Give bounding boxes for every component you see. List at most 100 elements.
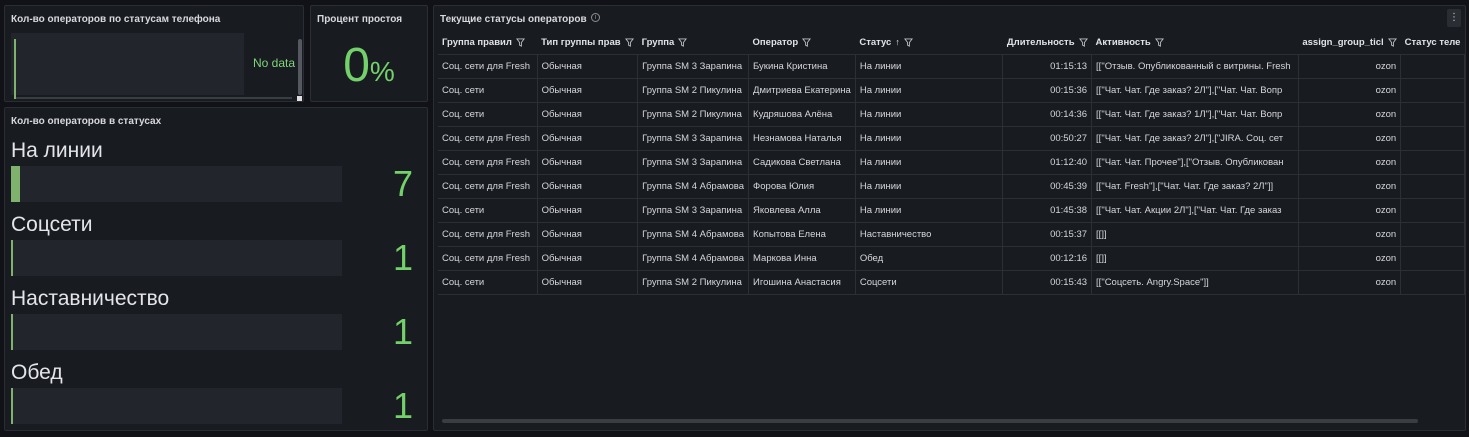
table-cell: На линии: [855, 54, 1004, 79]
idle-percent-panel: Процент простоя 0%: [310, 5, 428, 102]
table-cell: Группа SM 4 Абрамова: [637, 246, 750, 271]
info-icon[interactable]: i: [591, 13, 600, 22]
column-header[interactable]: assign_group_ticl: [1298, 32, 1401, 55]
column-header[interactable]: Активность: [1091, 32, 1299, 55]
table-cell: [1400, 174, 1465, 199]
table-cell: Соц. сети для Fresh: [438, 174, 538, 199]
column-header-label: Статус теле: [1404, 37, 1461, 49]
table-cell: Маркова Инна: [748, 246, 856, 271]
table-cell: Яковлева Алла: [748, 198, 856, 223]
table-row[interactable]: Соц. сети Обычная Группа SM 2 Пикулина Дмит…: [438, 78, 1465, 103]
table-cell: На линии: [855, 126, 1004, 151]
table-cell: Соц. сети: [438, 270, 538, 295]
status-count: 7: [392, 163, 413, 204]
table-cell: ozon: [1298, 198, 1402, 223]
status-counts-panel: Кол-во операторов в статусах На линии 7 Со…: [4, 107, 428, 431]
table-cell: Букина Кристина: [748, 54, 856, 79]
table-cell: Дмитриева Екатерина: [748, 78, 856, 103]
filter-icon[interactable]: [1078, 38, 1088, 48]
filter-icon[interactable]: [515, 38, 525, 48]
column-header[interactable]: Длительность: [1002, 32, 1092, 55]
sort-asc-icon[interactable]: ↑: [895, 37, 900, 47]
column-header-label: Тип группы прав: [541, 37, 621, 49]
table-cell: Группа SM 3 Зарапина: [637, 198, 750, 223]
column-header[interactable]: Оператор: [748, 32, 856, 55]
status-bar-track: [11, 314, 342, 350]
panel-title[interactable]: Кол-во операторов в статусах: [11, 116, 161, 127]
column-header-label: Группа правил: [442, 37, 512, 49]
table-row[interactable]: Соц. сети для Fresh Обычная Группа SM 3 За…: [438, 54, 1465, 79]
table-cell: На линии: [855, 198, 1004, 223]
table-cell: Обычная: [537, 54, 639, 79]
table-cell: [1400, 126, 1465, 151]
table-cell: [["Отзыв. Опубликованный с витрины. Fres…: [1091, 54, 1299, 79]
column-header-label: Активность: [1095, 37, 1151, 49]
column-header[interactable]: Группа правил: [438, 32, 538, 55]
status-bar-track: [11, 166, 342, 202]
table-row[interactable]: Соц. сети для Fresh Обычная Группа SM 4 Аб…: [438, 246, 1465, 271]
table-cell: [1400, 222, 1465, 247]
panel-menu-button[interactable]: ⋮: [1447, 9, 1461, 27]
filter-icon[interactable]: [802, 38, 812, 48]
status-bar-fill: [11, 240, 13, 276]
table-row[interactable]: Соц. сети Обычная Группа SM 3 Зарапина Яков…: [438, 198, 1465, 223]
table-cell: 00:15:43: [1002, 270, 1093, 295]
filter-icon[interactable]: [678, 38, 688, 48]
column-header[interactable]: Тип группы прав: [537, 32, 638, 55]
table-cell: Наставничество: [855, 222, 1004, 247]
table-cell: Соц. сети для Fresh: [438, 222, 538, 247]
table-cell: [["Чат. Чат. Прочее"],["Отзыв. Опубликов…: [1091, 150, 1299, 175]
filter-icon[interactable]: [624, 38, 634, 48]
table-row[interactable]: Соц. сети для Fresh Обычная Группа SM 3 За…: [438, 126, 1465, 151]
column-header-label: Группа: [641, 37, 675, 49]
table-cell: 01:15:13: [1002, 54, 1093, 79]
table-cell: ozon: [1298, 150, 1402, 175]
status-bar-track: [11, 388, 342, 424]
table-row[interactable]: Соц. сети Обычная Группа SM 2 Пикулина Кудр…: [438, 102, 1465, 127]
horizontal-scrollbar[interactable]: [442, 419, 1418, 423]
phone-status-panel: Кол-во операторов по статусам телефона N…: [4, 5, 304, 102]
column-header[interactable]: Группа: [637, 32, 749, 55]
table-cell: 00:12:16: [1002, 246, 1093, 271]
vertical-scrollbar[interactable]: [298, 39, 302, 95]
table-cell: 01:45:38: [1002, 198, 1093, 223]
column-header[interactable]: Статус теле: [1400, 32, 1465, 55]
table-cell: [1400, 54, 1465, 79]
table-cell: [1400, 102, 1465, 127]
filter-icon[interactable]: [903, 38, 913, 48]
table-row[interactable]: Соц. сети Обычная Группа SM 2 Пикулина Игош…: [438, 270, 1465, 295]
table-cell: [["Чат. Чат. Где заказ? 1Л"],["Чат. Чат.…: [1091, 102, 1299, 127]
table-cell: Соцсети: [855, 270, 1004, 295]
table-cell: Обычная: [537, 198, 639, 223]
status-bar-fill: [11, 388, 13, 424]
table-cell: Соц. сети: [438, 102, 538, 127]
table-cell: ozon: [1298, 174, 1402, 199]
table-cell: Садикова Светлана: [748, 150, 856, 175]
table-cell: На линии: [855, 150, 1004, 175]
filter-icon[interactable]: [1387, 38, 1397, 48]
column-header[interactable]: Статус ↑: [855, 32, 1003, 55]
table-cell: ozon: [1298, 102, 1402, 127]
panel-title[interactable]: Процент простоя: [317, 14, 402, 25]
panel-title[interactable]: Текущие статусы операторов: [440, 14, 587, 25]
idle-value: 0: [343, 39, 370, 92]
idle-unit: %: [369, 56, 395, 87]
operator-statuses-panel: Текущие статусы операторов i ⋮ Группа пр…: [433, 5, 1466, 431]
table-row[interactable]: Соц. сети для Fresh Обычная Группа SM 4 Аб…: [438, 222, 1465, 247]
table-cell: На линии: [855, 78, 1004, 103]
table-row[interactable]: Соц. сети для Fresh Обычная Группа SM 4 Аб…: [438, 174, 1465, 199]
table-cell: Обычная: [537, 126, 639, 151]
table-cell: Обычная: [537, 246, 639, 271]
table-row[interactable]: Соц. сети для Fresh Обычная Группа SM 3 За…: [438, 150, 1465, 175]
table-cell: Группа SM 4 Абрамова: [637, 174, 750, 199]
filter-icon[interactable]: [1154, 38, 1164, 48]
panel-title[interactable]: Кол-во операторов по статусам телефона: [11, 14, 220, 25]
status-label: Соцсети: [11, 213, 93, 236]
table-cell: Обычная: [537, 222, 639, 247]
table-cell: Копытова Елена: [748, 222, 856, 247]
table-cell: [[]]: [1091, 246, 1299, 271]
table-cell: Соц. сети для Fresh: [438, 150, 538, 175]
table-cell: ozon: [1298, 78, 1402, 103]
resize-handle[interactable]: [297, 96, 302, 101]
table-cell: ozon: [1298, 126, 1402, 151]
